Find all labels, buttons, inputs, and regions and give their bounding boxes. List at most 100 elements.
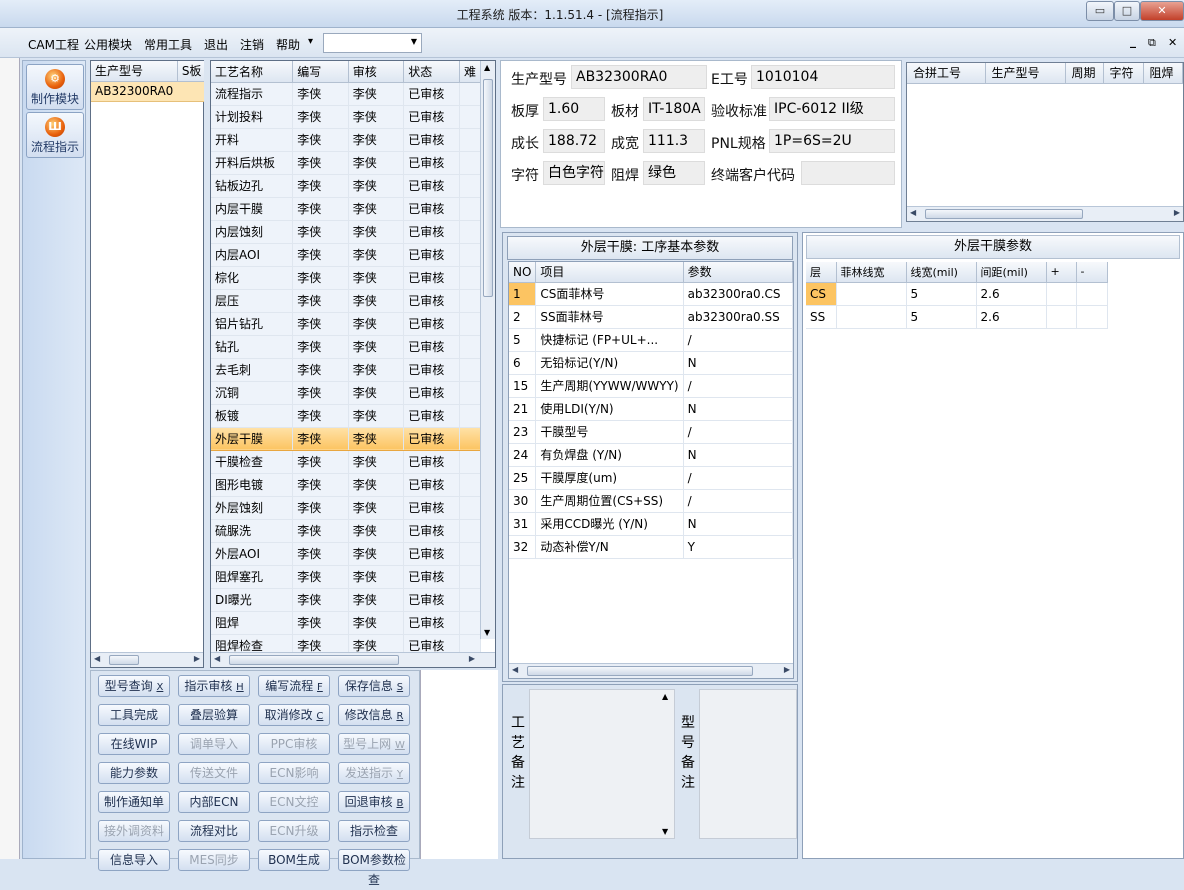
status-cell[interactable]: 已审核 [403, 82, 460, 106]
status-cell[interactable]: 已审核 [403, 542, 460, 566]
author-cell[interactable]: 李侠 [292, 404, 349, 428]
author-cell[interactable]: 李侠 [292, 128, 349, 152]
reviewer-cell[interactable]: 李侠 [348, 220, 405, 244]
status-cell[interactable]: 已审核 [403, 197, 460, 221]
status-cell[interactable]: 已审核 [403, 128, 460, 152]
difficulty-cell[interactable] [459, 473, 482, 497]
reviewer-cell[interactable]: 李侠 [348, 358, 405, 382]
table-row[interactable]: 30 生产周期位置(CS+SS) / [509, 489, 794, 513]
horizontal-scrollbar[interactable]: ◀ ▶ [509, 663, 793, 678]
item-cell[interactable]: 采用CCD曝光 (Y/N) [535, 512, 684, 536]
no-cell[interactable]: 25 [509, 466, 537, 490]
table-row[interactable]: 干膜检查 李侠 李侠 已审核 [211, 450, 482, 474]
action-button[interactable]: ECN影响 [258, 762, 330, 784]
author-cell[interactable]: 李侠 [292, 105, 349, 129]
reviewer-cell[interactable]: 李侠 [348, 266, 405, 290]
col-header-difficulty[interactable]: 难 [459, 61, 482, 83]
process-name-cell[interactable]: 外层蚀刻 [211, 496, 294, 520]
status-cell[interactable]: 已审核 [403, 220, 460, 244]
action-button[interactable]: 指示检查 [338, 820, 410, 842]
process-name-cell[interactable]: 板镀 [211, 404, 294, 428]
status-cell[interactable]: 已审核 [403, 312, 460, 336]
action-button[interactable]: ECN升级 [258, 820, 330, 842]
status-cell[interactable]: 已审核 [403, 404, 460, 428]
difficulty-cell[interactable] [459, 128, 482, 152]
menu-logout[interactable]: 注销 [240, 36, 264, 53]
no-cell[interactable]: 1 [509, 282, 537, 306]
item-cell[interactable]: 动态补偿Y/N [535, 535, 684, 559]
col-header-char[interactable]: 字符 [1103, 63, 1144, 84]
action-button[interactable]: 型号上网 W [338, 733, 410, 755]
horizontal-scrollbar[interactable]: ◀ ▶ [211, 652, 495, 667]
author-cell[interactable]: 李侠 [292, 358, 349, 382]
col-header-param[interactable]: 参数 [683, 262, 794, 283]
scroll-down-icon[interactable]: ▼ [662, 827, 668, 836]
plus-cell[interactable] [1046, 305, 1077, 329]
col-header-film-width[interactable]: 菲林线宽 [836, 262, 907, 283]
status-cell[interactable]: 已审核 [403, 174, 460, 198]
nav-production-module[interactable]: ⚙ 制作模块 [26, 64, 84, 110]
reviewer-cell[interactable]: 李侠 [348, 151, 405, 175]
reviewer-cell[interactable]: 李侠 [348, 450, 405, 474]
difficulty-cell[interactable] [459, 174, 482, 198]
action-button[interactable]: ECN文控 [258, 791, 330, 813]
process-name-cell[interactable]: 棕化 [211, 266, 294, 290]
menu-help[interactable]: 帮助 [276, 36, 300, 53]
status-cell[interactable]: 已审核 [403, 266, 460, 290]
col-header-line-width[interactable]: 线宽(mil) [906, 262, 977, 283]
scroll-thumb[interactable] [483, 79, 493, 297]
scroll-right-icon[interactable]: ▶ [1174, 208, 1180, 217]
process-name-cell[interactable]: 内层干膜 [211, 197, 294, 221]
col-header-model[interactable]: 生产型号 [985, 63, 1066, 84]
difficulty-cell[interactable] [459, 588, 482, 612]
item-cell[interactable]: 有负焊盘 (Y/N) [535, 443, 684, 467]
difficulty-cell[interactable] [459, 611, 482, 635]
process-name-cell[interactable]: 内层AOI [211, 243, 294, 267]
table-row[interactable]: 外层AOI 李侠 李侠 已审核 [211, 542, 482, 566]
scroll-right-icon[interactable]: ▶ [194, 654, 200, 663]
eno-field[interactable]: 1010104 [751, 65, 895, 89]
length-field[interactable]: 188.72 [543, 129, 605, 153]
customer-code-field[interactable] [801, 161, 895, 185]
process-name-cell[interactable]: 沉铜 [211, 381, 294, 405]
reviewer-cell[interactable]: 李侠 [348, 128, 405, 152]
author-cell[interactable]: 李侠 [292, 289, 349, 313]
width-field[interactable]: 111.3 [643, 129, 705, 153]
mdi-restore-button[interactable]: ⧉ [1148, 36, 1156, 50]
reviewer-cell[interactable]: 李侠 [348, 174, 405, 198]
col-header-spacing[interactable]: 间距(mil) [976, 262, 1047, 283]
table-row[interactable]: 23 干膜型号 / [509, 420, 794, 444]
action-button[interactable]: PPC审核 [258, 733, 330, 755]
reviewer-cell[interactable]: 李侠 [348, 312, 405, 336]
action-button[interactable]: 取消修改 C [258, 704, 330, 726]
menu-common-module[interactable]: 公用模块 [84, 36, 132, 53]
table-row[interactable]: 外层干膜 李侠 李侠 已审核 [211, 427, 482, 451]
table-row[interactable]: 21 使用LDI(Y/N) N [509, 397, 794, 421]
item-cell[interactable]: 生产周期(YYWW/WWYY) [535, 374, 684, 398]
table-row[interactable]: 2 SS面菲林号 ab32300ra0.SS [509, 305, 794, 329]
process-name-cell[interactable]: 计划投料 [211, 105, 294, 129]
thickness-field[interactable]: 1.60 [543, 97, 605, 121]
item-cell[interactable]: 干膜型号 [535, 420, 684, 444]
action-button[interactable]: 回退审核 B [338, 791, 410, 813]
col-header-minus[interactable]: - [1076, 262, 1108, 283]
status-cell[interactable]: 已审核 [403, 565, 460, 589]
no-cell[interactable]: 15 [509, 374, 537, 398]
no-cell[interactable]: 2 [509, 305, 537, 329]
difficulty-cell[interactable] [459, 542, 482, 566]
table-row[interactable]: 板镀 李侠 李侠 已审核 [211, 404, 482, 428]
table-row[interactable]: 钻板边孔 李侠 李侠 已审核 [211, 174, 482, 198]
difficulty-cell[interactable] [459, 312, 482, 336]
model-field[interactable]: AB32300RA0 [571, 65, 707, 89]
vertical-scrollbar[interactable]: ▲ ▼ [659, 690, 674, 838]
line-width-cell[interactable]: 5 [906, 305, 977, 329]
reviewer-cell[interactable]: 李侠 [348, 404, 405, 428]
table-row[interactable]: 阻焊 李侠 李侠 已审核 [211, 611, 482, 635]
table-row[interactable]: 图形电镀 李侠 李侠 已审核 [211, 473, 482, 497]
standard-field[interactable]: IPC-6012 II级 [769, 97, 895, 121]
table-row[interactable]: 开料 李侠 李侠 已审核 [211, 128, 482, 152]
col-header-merge-no[interactable]: 合拼工号 [907, 63, 986, 84]
minus-cell[interactable] [1076, 305, 1108, 329]
process-name-cell[interactable]: 内层蚀刻 [211, 220, 294, 244]
table-row[interactable]: AB32300RA0 [91, 81, 206, 102]
